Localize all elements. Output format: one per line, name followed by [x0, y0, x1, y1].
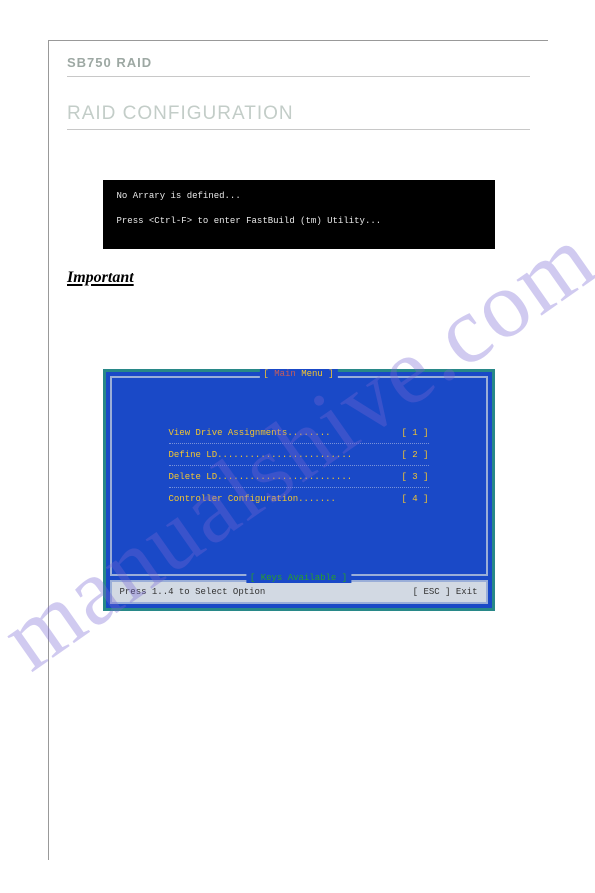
menu-key: [ 2 ] [401, 450, 428, 460]
esc-key-label: [ ESC ] [413, 587, 451, 597]
bios-screen: [ Main Menu ] View Drive Assignments....… [103, 369, 495, 611]
exit-label: Exit [456, 587, 478, 597]
bios-keys-content: Press 1..4 to Select Option [ ESC ] Exit [120, 587, 478, 597]
fastbuild-text: The FastBuild Utility contains several m… [67, 347, 530, 359]
menu-item-view-drives[interactable]: View Drive Assignments........ [ 1 ] [169, 422, 429, 444]
bracket-right: ] [328, 369, 333, 379]
title-menu-word: Menu [301, 369, 323, 379]
important-text: Be sure to enable the RAID function in B… [67, 299, 530, 311]
bios-main-menu-panel: [ Main Menu ] View Drive Assignments....… [110, 376, 488, 576]
bios-main-menu-title: [ Main Menu ] [259, 369, 337, 379]
document-header: SB750 RAID [67, 55, 530, 77]
bios-keys-title: [ Keys Available ] [246, 573, 351, 583]
menu-key: [ 3 ] [401, 472, 428, 482]
fastbuild-heading: FastBuild (tm) Utility [67, 329, 530, 341]
terminal-line-1: No Arrary is defined... [117, 190, 481, 203]
bios-keys-panel: [ Keys Available ] Press 1..4 to Select … [110, 580, 488, 604]
menu-label: View Drive Assignments........ [169, 428, 331, 438]
menu-label: Delete LD......................... [169, 472, 353, 482]
title-main-word: Main [274, 369, 296, 379]
menu-item-controller-config[interactable]: Controller Configuration....... [ 4 ] [169, 488, 429, 509]
menu-item-define-ld[interactable]: Define LD......................... [ 2 ] [169, 444, 429, 466]
terminal-box: No Arrary is defined... Press <Ctrl-F> t… [103, 180, 495, 249]
menu-key: [ 4 ] [401, 494, 428, 504]
menu-key: [ 1 ] [401, 428, 428, 438]
important-heading: Important [67, 269, 530, 287]
bracket-left: [ [263, 369, 268, 379]
menu-label: Controller Configuration....... [169, 494, 336, 504]
keys-instruction: Press 1..4 to Select Option [120, 587, 266, 597]
menu-item-delete-ld[interactable]: Delete LD......................... [ 3 ] [169, 466, 429, 488]
intro-text: When the system powers on, press the <CT… [67, 142, 530, 154]
menu-label: Define LD......................... [169, 450, 353, 460]
page-number: B-2 [291, 838, 305, 848]
terminal-line-2: Press <Ctrl-F> to enter FastBuild (tm) U… [117, 215, 481, 228]
page-content: SB750 RAID RAID CONFIGURATION When the s… [48, 40, 548, 860]
keys-exit-group: [ ESC ] Exit [413, 587, 478, 597]
section-title: RAID CONFIGURATION [67, 103, 530, 130]
bios-menu-list: View Drive Assignments........ [ 1 ] Def… [169, 422, 429, 509]
